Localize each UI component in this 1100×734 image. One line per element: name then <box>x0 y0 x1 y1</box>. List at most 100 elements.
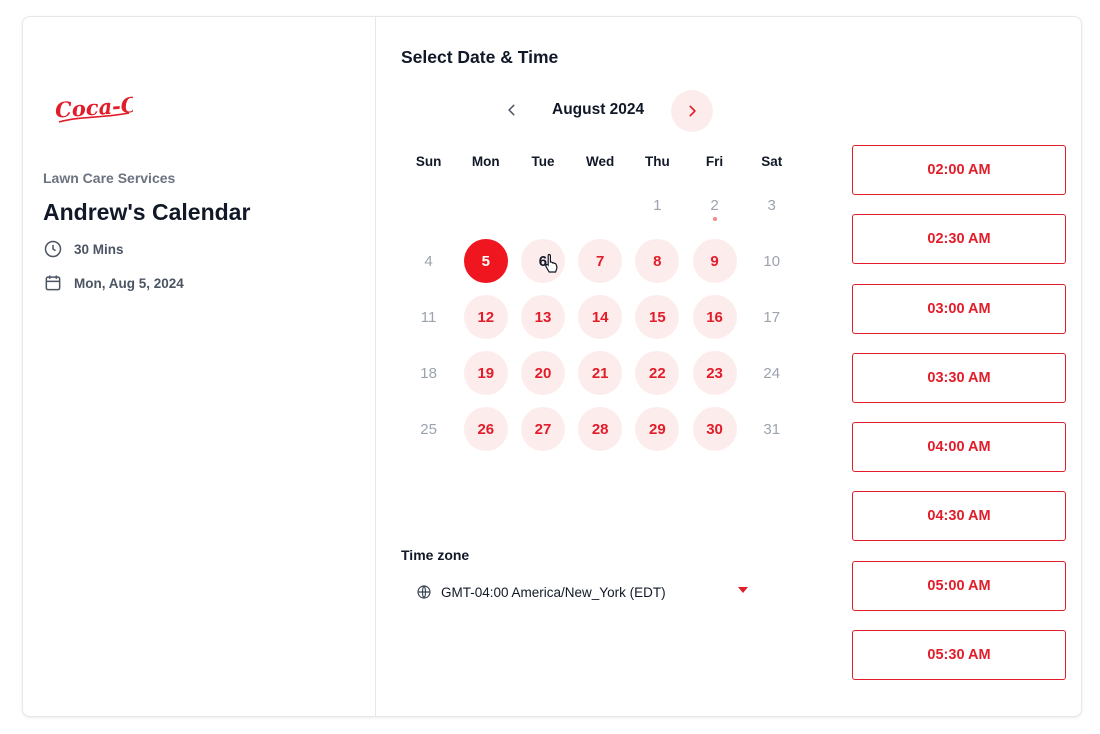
calendar-day-number: 9 <box>692 239 737 283</box>
scheduler-card: Coca-Cola Lawn Care Services Andrew's Ca… <box>22 16 1082 717</box>
calendar-day: 10 <box>743 233 800 289</box>
previous-month-button[interactable] <box>500 98 524 122</box>
date-time-panel: Select Date & Time August 2024 Sun Mon Tue… <box>376 17 1081 716</box>
calendar-day[interactable]: 15 <box>629 289 686 345</box>
calendar-day[interactable]: 21 <box>572 345 629 401</box>
calendar-day[interactable]: 26 <box>457 401 514 457</box>
time-slot-button[interactable]: 05:00 AM <box>852 560 1066 611</box>
calendar-day[interactable]: 30 <box>686 401 743 457</box>
calendar-day-number: 10 <box>763 252 781 270</box>
time-slot-button[interactable]: 03:30 AM <box>852 352 1066 403</box>
organization-name: Lawn Care Services <box>43 170 176 186</box>
calendar-day-number: 14 <box>578 295 623 339</box>
calendar-day[interactable]: 23 <box>686 345 743 401</box>
calendar-day-number: 30 <box>692 407 737 451</box>
calendar-day-number: 20 <box>520 351 565 395</box>
month-label: August 2024 <box>552 101 645 118</box>
globe-icon <box>417 585 431 599</box>
calendar-day-number: 3 <box>767 196 776 214</box>
calendar-day[interactable]: 29 <box>629 401 686 457</box>
weekday-label: Sat <box>761 153 783 169</box>
calendar-day <box>514 177 571 233</box>
calendar-day[interactable]: 7 <box>572 233 629 289</box>
calendar-grid: Sun Mon Tue Wed Thu Fri Sat 1 2 3 4 5 6 7 8 9 10 11 12 13 1… <box>400 145 800 457</box>
time-slot-button[interactable]: 04:30 AM <box>852 491 1066 542</box>
calendar-day: 2 <box>686 177 743 233</box>
time-slot-button[interactable]: 02:00 AM <box>852 145 1066 195</box>
calendar-day-number: 22 <box>635 351 680 395</box>
today-indicator-dot <box>712 217 717 221</box>
calendar-day-number: 6 <box>520 239 565 283</box>
calendar-day-number: 31 <box>763 420 781 438</box>
calendar-day-number: 17 <box>763 308 781 326</box>
selected-date-row: Mon, Aug 5, 2024 <box>43 273 184 293</box>
brand-logo: Coca-Cola <box>53 85 133 131</box>
calendar-day-number: 18 <box>420 364 437 382</box>
weekday-label: Mon <box>471 153 500 169</box>
calendar-day-number: 13 <box>520 295 565 339</box>
calendar-day[interactable]: 12 <box>457 289 514 345</box>
weekday-label: Wed <box>586 153 615 169</box>
month-navigator: August 2024 <box>496 90 716 132</box>
calendar-day: 24 <box>743 345 800 401</box>
timezone-label: Time zone <box>401 547 470 563</box>
calendar-days: 1 2 3 4 5 6 7 8 9 10 11 12 13 14 15 16 17 18 19 20 21 22 23 24 2… <box>400 177 800 457</box>
calendar-day[interactable]: 19 <box>457 345 514 401</box>
calendar-day[interactable]: 13 <box>514 289 571 345</box>
section-title: Select Date & Time <box>401 47 559 67</box>
calendar-day-number: 25 <box>420 420 437 438</box>
weekday-label: Thu <box>644 153 670 169</box>
calendar-day[interactable]: 14 <box>572 289 629 345</box>
calendar-day[interactable]: 22 <box>629 345 686 401</box>
selected-date-text: Mon, Aug 5, 2024 <box>74 275 184 291</box>
timezone-value: GMT-04:00 America/New_York (EDT) <box>441 584 666 600</box>
calendar-day[interactable]: 16 <box>686 289 743 345</box>
time-slot-list: 02:00 AM 02:30 AM 03:00 AM 03:30 AM 04:00 AM… <box>852 145 1066 699</box>
clock-icon <box>43 239 63 259</box>
calendar-day <box>457 177 514 233</box>
calendar-day-number: 27 <box>520 407 565 451</box>
weekday-header: Sun Mon Tue Wed Thu Fri Sat <box>400 145 800 177</box>
weekday-label: Fri <box>705 153 724 169</box>
time-slot-button[interactable]: 05:30 AM <box>852 630 1066 681</box>
calendar-day: 4 <box>400 233 457 289</box>
calendar-day-number: 7 <box>578 239 623 283</box>
event-info-panel: Coca-Cola Lawn Care Services Andrew's Ca… <box>23 17 376 716</box>
calendar-day: 1 <box>629 177 686 233</box>
chevron-right-icon <box>689 105 696 117</box>
duration-row: 30 Mins <box>43 239 124 259</box>
next-month-button[interactable] <box>671 90 713 132</box>
timezone-dropdown[interactable]: GMT-04:00 America/New_York (EDT) <box>416 579 748 605</box>
calendar-day-number: 19 <box>463 351 508 395</box>
calendar-day[interactable]: 20 <box>514 345 571 401</box>
calendar-day-number: 11 <box>420 308 437 326</box>
calendar-day[interactable]: 8 <box>629 233 686 289</box>
calendar-title: Andrew's Calendar <box>43 199 251 225</box>
calendar-day-number: 8 <box>635 239 680 283</box>
duration-text: 30 Mins <box>74 241 124 257</box>
calendar-day <box>400 177 457 233</box>
weekday-label: Sun <box>415 153 442 169</box>
calendar-day <box>572 177 629 233</box>
time-slot-button[interactable]: 04:00 AM <box>852 422 1066 473</box>
calendar-day[interactable]: 5 <box>457 233 514 289</box>
calendar-day[interactable]: 28 <box>572 401 629 457</box>
calendar-day-number: 21 <box>578 351 623 395</box>
calendar-day[interactable]: 27 <box>514 401 571 457</box>
calendar-day[interactable]: 9 <box>686 233 743 289</box>
caret-down-icon <box>738 587 748 593</box>
calendar-day: 17 <box>743 289 800 345</box>
calendar-day: 3 <box>743 177 800 233</box>
calendar-day: 31 <box>743 401 800 457</box>
calendar-day: 18 <box>400 345 457 401</box>
time-slot-button[interactable]: 02:30 AM <box>852 214 1066 265</box>
calendar-day[interactable]: 6 <box>514 233 571 289</box>
time-slot-button[interactable]: 03:00 AM <box>852 283 1066 334</box>
calendar-day-number: 1 <box>653 196 662 214</box>
calendar-day: 25 <box>400 401 457 457</box>
calendar-day-number: 15 <box>635 295 680 339</box>
calendar-day-number: 28 <box>578 407 623 451</box>
calendar-icon <box>43 273 63 293</box>
calendar-day-number: 29 <box>635 407 680 451</box>
calendar-day-number: 12 <box>463 295 508 339</box>
